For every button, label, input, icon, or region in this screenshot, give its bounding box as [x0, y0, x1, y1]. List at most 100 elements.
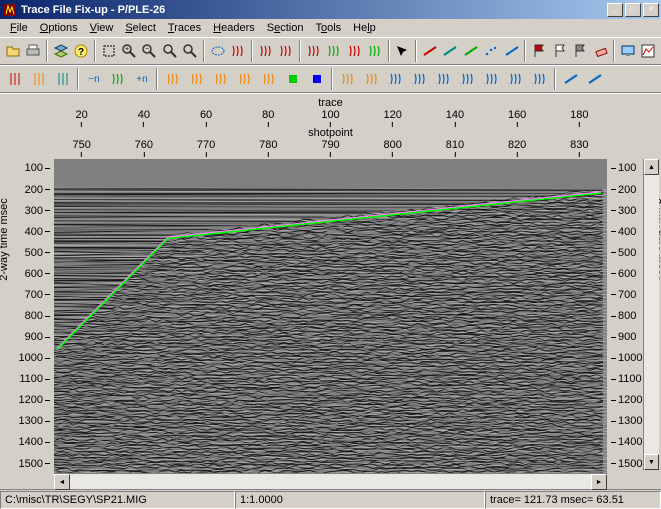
time-tick: 200	[611, 184, 636, 196]
zoom-extents-icon[interactable]	[160, 40, 179, 62]
dots-icon[interactable]	[482, 40, 501, 62]
square-blue-icon[interactable]	[305, 68, 328, 90]
zoom-out-icon[interactable]: −	[140, 40, 159, 62]
status-file: C:\misc\TR\SEGY\SP21.MIG	[0, 491, 235, 509]
hscroll-right-arrow[interactable]: ►	[591, 474, 607, 490]
grid1-icon[interactable]	[256, 40, 275, 62]
hscrollbar[interactable]: ◄ ►	[54, 473, 607, 489]
hscroll-left-arrow[interactable]: ◄	[54, 474, 70, 490]
flag-white-icon[interactable]	[550, 40, 569, 62]
vscroll-track[interactable]	[644, 175, 659, 454]
menu-select[interactable]: Select	[119, 20, 162, 36]
menubar: FileOptionsViewSelectTracesHeadersSectio…	[0, 19, 661, 37]
vscrollbar[interactable]: ▲ ▼	[643, 159, 659, 470]
toolbar-2: −n +n	[0, 65, 661, 93]
time-tick: 900	[25, 331, 50, 343]
layers-icon[interactable]	[51, 40, 70, 62]
line-long-icon[interactable]	[559, 68, 582, 90]
bars-red-icon[interactable]	[3, 68, 26, 90]
time-tick: 200	[25, 184, 50, 196]
trace-tick: 140	[446, 109, 464, 127]
trace-tick: 160	[508, 109, 526, 127]
menu-file[interactable]: File	[4, 20, 34, 36]
waves-e-icon[interactable]	[257, 68, 280, 90]
waves-b-icon[interactable]	[185, 68, 208, 90]
square-green-icon[interactable]	[281, 68, 304, 90]
flag-red-icon[interactable]	[529, 40, 548, 62]
wave-rg-icon[interactable]	[336, 68, 359, 90]
line-short-icon[interactable]	[583, 68, 606, 90]
toolbar-1: ? + −	[0, 37, 661, 65]
graph-icon[interactable]	[639, 40, 658, 62]
close-button[interactable]: ×	[643, 3, 659, 17]
seismic-view[interactable]	[54, 159, 607, 473]
waves-a-icon[interactable]	[161, 68, 184, 90]
vscroll-up-arrow[interactable]: ▲	[644, 159, 659, 175]
waves-c-icon[interactable]	[209, 68, 232, 90]
time-tick: 100	[611, 162, 636, 174]
stack-left-icon[interactable]	[304, 40, 323, 62]
monitor-icon[interactable]	[618, 40, 637, 62]
zigzag-b-icon[interactable]	[408, 68, 431, 90]
oval-icon[interactable]	[208, 40, 227, 62]
time-tick: 1000	[19, 352, 50, 364]
time-tick: 700	[25, 289, 50, 301]
menu-section[interactable]: Section	[261, 20, 310, 36]
svg-text:+: +	[125, 46, 129, 53]
zigzag-g-icon[interactable]	[528, 68, 551, 90]
zigzag-c-icon[interactable]	[432, 68, 455, 90]
zigzag-f-icon[interactable]	[504, 68, 527, 90]
bars-orange-icon[interactable]	[27, 68, 50, 90]
line-green-icon[interactable]	[461, 40, 480, 62]
vscroll-down-arrow[interactable]: ▼	[644, 454, 659, 470]
time-tick: 300	[25, 205, 50, 217]
shift-left-icon[interactable]	[345, 40, 364, 62]
stack-right-icon[interactable]	[324, 40, 343, 62]
svg-text:−n: −n	[88, 74, 99, 85]
menu-headers[interactable]: Headers	[207, 20, 261, 36]
zoom-in-icon[interactable]: +	[119, 40, 138, 62]
select-rect-icon[interactable]	[99, 40, 118, 62]
arrow-icon[interactable]	[393, 40, 412, 62]
zigzag-a-icon[interactable]	[384, 68, 407, 90]
line-dash-icon[interactable]	[502, 40, 521, 62]
hscroll-track[interactable]	[70, 474, 591, 489]
eraser-icon[interactable]	[591, 40, 610, 62]
bars-teal-icon[interactable]	[51, 68, 74, 90]
wave-brown-icon[interactable]	[229, 40, 248, 62]
menu-view[interactable]: View	[84, 20, 120, 36]
help-icon[interactable]: ?	[71, 40, 90, 62]
minimize-button[interactable]: _	[607, 3, 623, 17]
trace-tick: 80	[262, 109, 274, 127]
line-red-icon[interactable]	[420, 40, 439, 62]
maximize-button[interactable]: □	[625, 3, 641, 17]
menu-help[interactable]: Help	[347, 20, 382, 36]
plus-n-icon[interactable]: +n	[130, 68, 153, 90]
minus-n-icon[interactable]: −n	[82, 68, 105, 90]
wave-gr-icon[interactable]	[360, 68, 383, 90]
shift-right-icon[interactable]	[365, 40, 384, 62]
line-teal-icon[interactable]	[441, 40, 460, 62]
zigzag-e-icon[interactable]	[480, 68, 503, 90]
titlebar: Trace File Fix-up - P/PLE-26 _ □ ×	[0, 0, 661, 19]
grid2-icon[interactable]	[276, 40, 295, 62]
menu-options[interactable]: Options	[34, 20, 84, 36]
axis-trace-label: trace	[318, 97, 342, 109]
time-tick: 600	[611, 268, 636, 280]
open-icon[interactable]	[3, 40, 22, 62]
menu-tools[interactable]: Tools	[309, 20, 347, 36]
flag-gray-icon[interactable]	[570, 40, 589, 62]
svg-text:?: ?	[78, 47, 84, 58]
time-tick: 800	[25, 310, 50, 322]
time-tick: 1100	[611, 373, 642, 385]
zigzag-d-icon[interactable]	[456, 68, 479, 90]
zoom-select-icon[interactable]	[181, 40, 200, 62]
wave-yellow-icon[interactable]	[106, 68, 129, 90]
print-icon[interactable]	[23, 40, 42, 62]
time-tick: 900	[611, 331, 636, 343]
time-tick: 1400	[19, 436, 50, 448]
shotpoint-tick: 800	[384, 139, 402, 157]
waves-d-icon[interactable]	[233, 68, 256, 90]
time-tick: 300	[611, 205, 636, 217]
menu-traces[interactable]: Traces	[162, 20, 207, 36]
